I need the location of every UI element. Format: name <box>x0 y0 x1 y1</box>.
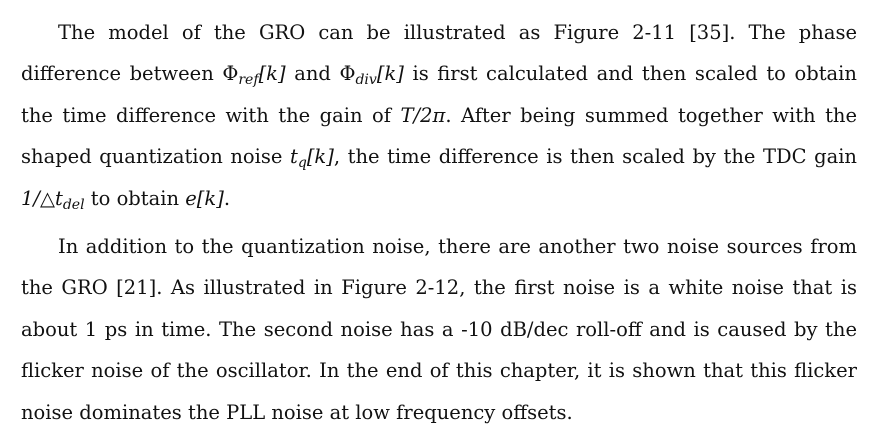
math-phi-ref: Φref[k] <box>222 62 286 89</box>
paragraph-noise-sources: In addition to the quantization noise, t… <box>21 235 857 424</box>
text-segment: , the time difference is then scaled by … <box>333 145 857 169</box>
text-segment: . <box>223 186 231 210</box>
math-e-k: e[k] <box>185 186 224 210</box>
text-segment: and <box>285 62 340 86</box>
math-tq: tq[k] <box>289 145 334 172</box>
document-page: The model of the GRO can be illustrated … <box>0 0 873 427</box>
paragraph-gro-model: The model of the GRO can be illustrated … <box>21 12 857 219</box>
math-tdc-gain: 1/△tdel <box>21 186 85 213</box>
math-phi-div: Φdiv[k] <box>339 62 404 89</box>
math-gain-t-over-2pi: T/2π <box>400 103 446 127</box>
text-segment: to obtain <box>84 186 186 210</box>
